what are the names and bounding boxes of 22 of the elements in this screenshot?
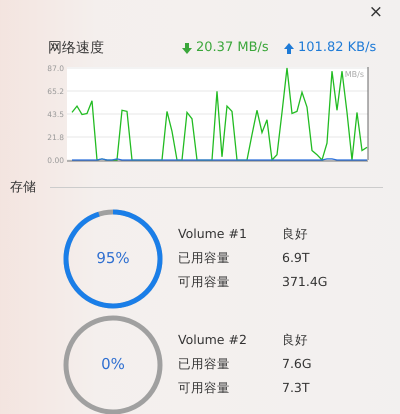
- free-label: 可用容量: [178, 379, 231, 398]
- used-label: 已用容量: [178, 355, 231, 374]
- network-speed-label: 网络速度: [48, 38, 105, 58]
- upload-arrow-icon: [284, 42, 294, 54]
- used-value: 7.6G: [282, 355, 312, 374]
- volume-status: 良好: [282, 225, 308, 244]
- download-speed: 20.37 MB/s: [196, 39, 269, 58]
- volume-status: 良好: [282, 331, 308, 350]
- used-value: 6.9T: [282, 249, 310, 268]
- usage-percent: 95%: [96, 248, 130, 270]
- close-button[interactable]: ×: [366, 4, 386, 21]
- download-arrow-icon: [182, 42, 192, 54]
- free-label: 可用容量: [178, 273, 231, 292]
- free-value: 7.3T: [282, 379, 310, 398]
- y-axis-unit: MB/s: [344, 70, 364, 79]
- volume-name: Volume #1: [178, 225, 248, 244]
- volume-name: Volume #2: [178, 331, 248, 350]
- upload-speed: 101.82 KB/s: [298, 39, 376, 58]
- used-label: 已用容量: [178, 249, 231, 268]
- free-value: 371.4G: [282, 273, 328, 292]
- usage-percent: 0%: [101, 354, 125, 376]
- storage-heading: 存储: [10, 179, 36, 197]
